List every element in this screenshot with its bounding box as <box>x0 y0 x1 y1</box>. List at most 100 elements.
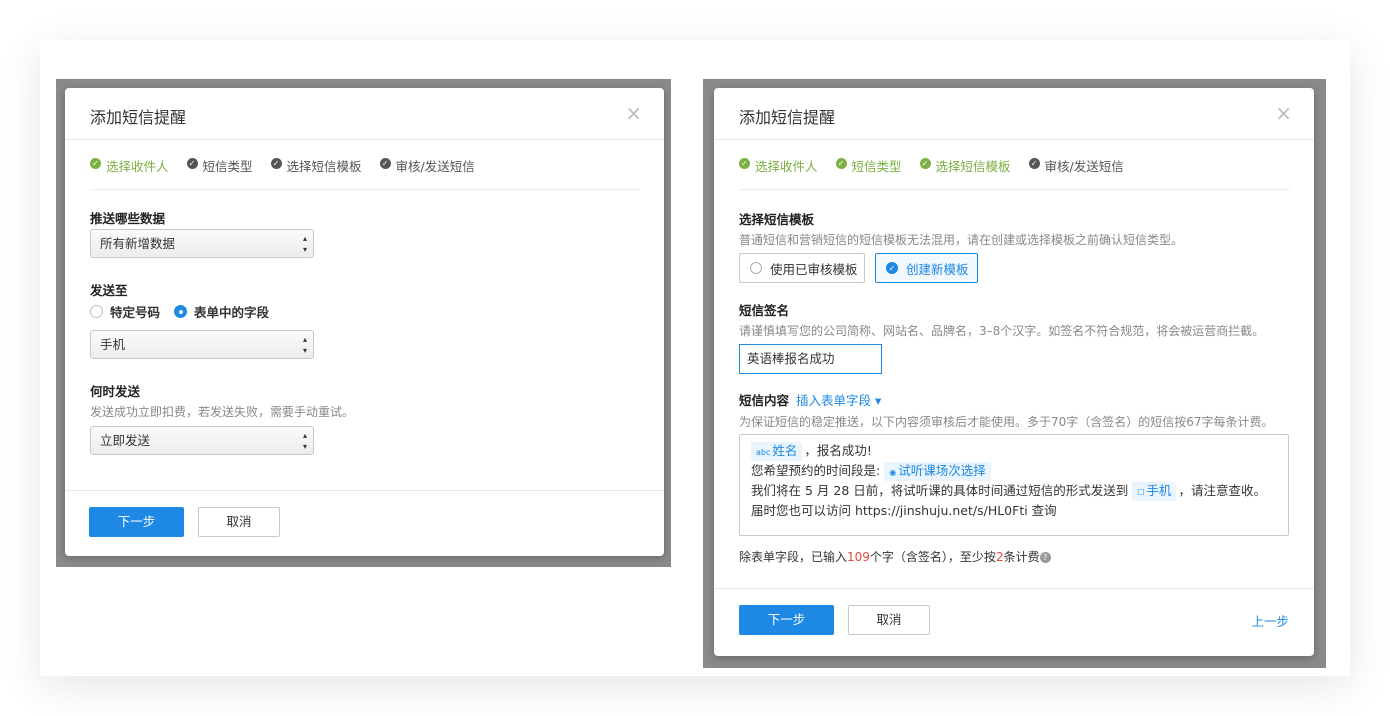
dialog-header: 添加短信提醒 × <box>65 88 664 140</box>
step-indicator: ✓ 选择收件人 ✓ 短信类型 ✓ 选择短信模板 ✓ 审核/发送短信 <box>739 156 1290 190</box>
step-label: 选择短信模板 <box>286 159 362 174</box>
count-text: 条计费 <box>1003 550 1040 564</box>
close-icon[interactable]: × <box>625 103 642 123</box>
add-sms-dialog-step3: 添加短信提醒 × ✓ 选择收件人 ✓ 短信类型 ✓ 选择短信模板 ✓ 审核/发送短信 选… <box>714 88 1314 656</box>
step-label: 短信类型 <box>202 159 253 174</box>
radio-specific-number[interactable]: 特定号码 <box>90 302 160 321</box>
check-icon: ✓ <box>886 262 898 274</box>
updown-arrow-icon: ▴ ▾ <box>302 234 307 254</box>
check-icon: ✓ <box>1028 158 1040 169</box>
when-send-hint: 发送成功立即扣费，若发送失败，需要手动重试。 <box>90 405 355 419</box>
content-text: 您希望预约的时间段是: <box>751 463 881 478</box>
content-textarea[interactable]: abc 姓名 ，报名成功! 您希望预约的时间段是: ◉ 试听课场次选择 我们将在 5 … <box>739 434 1289 536</box>
select-value: 立即发送 <box>100 433 151 448</box>
step-label: 短信类型 <box>851 159 902 174</box>
step-select-recipient: ✓ 选择收件人 <box>90 156 169 189</box>
step-label: 选择收件人 <box>106 159 169 174</box>
dialog-title: 添加短信提醒 <box>739 108 836 127</box>
step-select-template: ✓ 选择短信模板 <box>270 156 362 189</box>
updown-arrow-icon: ▴ ▾ <box>302 335 307 355</box>
check-icon: ✓ <box>919 158 931 169</box>
check-icon: ✓ <box>270 158 282 169</box>
message-count: 2 <box>995 550 1004 564</box>
tag-label: 姓名 <box>772 443 798 458</box>
sign-label: 短信签名 <box>739 303 790 318</box>
previous-step-link[interactable]: 上一步 <box>1251 611 1289 630</box>
step-label: 选择收件人 <box>755 159 818 174</box>
radio-label: 表单中的字段 <box>194 305 270 320</box>
when-send-select[interactable]: 立即发送 ▴ ▾ <box>90 426 314 455</box>
dialog-footer: 下一步 取消 <box>65 490 664 556</box>
char-count-summary: 除表单字段，已输入109个字（含签名），至少按2条计费? <box>739 548 1051 565</box>
radio-icon <box>750 262 762 274</box>
field-select[interactable]: 手机 ▴ ▾ <box>90 330 314 359</box>
cancel-button[interactable]: 取消 <box>198 507 280 537</box>
step-indicator: ✓ 选择收件人 ✓ 短信类型 ✓ 选择短信模板 ✓ 审核/发送短信 <box>90 156 640 190</box>
count-text: 除表单字段，已输入 <box>739 550 848 564</box>
insert-form-field-link[interactable]: 插入表单字段 ▾ <box>796 390 881 409</box>
step-review-send: ✓ 审核/发送短信 <box>379 156 475 189</box>
dialog-footer: 下一步 取消 上一步 <box>714 588 1314 656</box>
option-label: 创建新模板 <box>906 261 969 277</box>
content-hint: 为保证短信的稳定推送，以下内容须审核后才能使用。多于70字（含签名）的短信按67… <box>739 415 1274 429</box>
sign-input[interactable]: 英语棒报名成功 <box>739 344 882 374</box>
content-text: ，请注意查收。 <box>1178 483 1266 498</box>
check-icon: ✓ <box>90 158 101 169</box>
text-field-icon: abc <box>756 448 771 457</box>
content-label: 短信内容 <box>739 393 790 408</box>
select-value: 所有新增数据 <box>100 236 176 251</box>
right-screenshot-frame: 添加短信提醒 × ✓ 选择收件人 ✓ 短信类型 ✓ 选择短信模板 ✓ 审核/发送短信 选… <box>703 79 1326 668</box>
help-icon[interactable]: ? <box>1039 552 1051 563</box>
check-icon: ✓ <box>739 158 750 169</box>
next-button[interactable]: 下一步 <box>89 507 184 537</box>
check-icon: ✓ <box>186 158 198 169</box>
content-line-2: 您希望预约的时间段是: ◉ 试听课场次选择 <box>751 461 1277 481</box>
tag-label: 试听课场次选择 <box>898 463 986 478</box>
check-icon: ✓ <box>835 158 847 169</box>
option-label: 使用已审核模板 <box>770 261 858 277</box>
field-tag-name[interactable]: abc 姓名 <box>751 442 803 461</box>
create-new-template-option[interactable]: ✓ 创建新模板 <box>875 253 978 283</box>
sign-hint: 请谨慎填写您的公司简称、网站名、品牌名，3–8个汉字。如签名不符合规范，将会被运… <box>739 324 1265 338</box>
step-label: 审核/发送短信 <box>395 159 475 174</box>
step-select-recipient: ✓ 选择收件人 <box>739 156 818 189</box>
step-review-send: ✓ 审核/发送短信 <box>1028 156 1124 189</box>
cancel-button[interactable]: 取消 <box>848 605 930 635</box>
use-existing-template-option[interactable]: 使用已审核模板 <box>739 253 865 283</box>
step-select-template: ✓ 选择短信模板 <box>919 156 1011 189</box>
close-icon[interactable]: × <box>1275 103 1292 123</box>
updown-arrow-icon: ▴ ▾ <box>302 431 307 451</box>
left-screenshot-frame: 添加短信提醒 × ✓ 选择收件人 ✓ 短信类型 ✓ 选择短信模板 ✓ 审核/发送短信 推… <box>56 79 671 567</box>
push-data-select[interactable]: 所有新增数据 ▴ ▾ <box>90 229 314 258</box>
check-icon: ✓ <box>379 158 391 169</box>
send-to-radio-group: 特定号码 表单中的字段 <box>90 302 283 321</box>
content-text: ，报名成功! <box>804 443 872 458</box>
radio-selected-icon[interactable] <box>174 305 188 318</box>
content-line-4: 届时您也可以访问 https://jinshuju.net/s/HL0Fti 查… <box>751 503 1057 518</box>
content-text: 我们将在 5 月 28 日前，将试听课的具体时间通过短信的形式发送到 <box>751 483 1129 498</box>
radio-form-field[interactable]: 表单中的字段 <box>174 302 269 321</box>
dialog-header: 添加短信提醒 × <box>714 88 1314 140</box>
next-button[interactable]: 下一步 <box>739 605 834 635</box>
template-hint: 普通短信和营销短信的短信模板无法混用，请在创建或选择模板之前确认短信类型。 <box>739 233 1184 247</box>
step-sms-type: ✓ 短信类型 <box>835 156 902 189</box>
dialog-title: 添加短信提醒 <box>90 108 187 127</box>
radio-icon[interactable] <box>90 305 103 318</box>
step-label: 选择短信模板 <box>935 159 1011 174</box>
when-send-label: 何时发送 <box>90 384 141 399</box>
count-text: 个字（含签名），至少按 <box>869 550 996 564</box>
push-data-label: 推送哪些数据 <box>90 211 166 226</box>
field-tag-phone[interactable]: ☐ 手机 <box>1132 482 1177 501</box>
field-tag-time[interactable]: ◉ 试听课场次选择 <box>884 462 991 481</box>
step-sms-type: ✓ 短信类型 <box>186 156 253 189</box>
content-line-3: 我们将在 5 月 28 日前，将试听课的具体时间通过短信的形式发送到 ☐ 手机 ，请… <box>751 481 1277 501</box>
radio-field-icon: ◉ <box>889 468 897 477</box>
select-value: 手机 <box>100 337 126 352</box>
char-count: 109 <box>847 550 870 564</box>
step-label: 审核/发送短信 <box>1044 159 1124 174</box>
radio-label: 特定号码 <box>110 305 161 320</box>
phone-field-icon: ☐ <box>1137 488 1145 497</box>
tag-label: 手机 <box>1146 483 1172 498</box>
add-sms-dialog-step1: 添加短信提醒 × ✓ 选择收件人 ✓ 短信类型 ✓ 选择短信模板 ✓ 审核/发送短信 推… <box>65 88 664 556</box>
content-line-1: abc 姓名 ，报名成功! <box>751 441 1277 461</box>
